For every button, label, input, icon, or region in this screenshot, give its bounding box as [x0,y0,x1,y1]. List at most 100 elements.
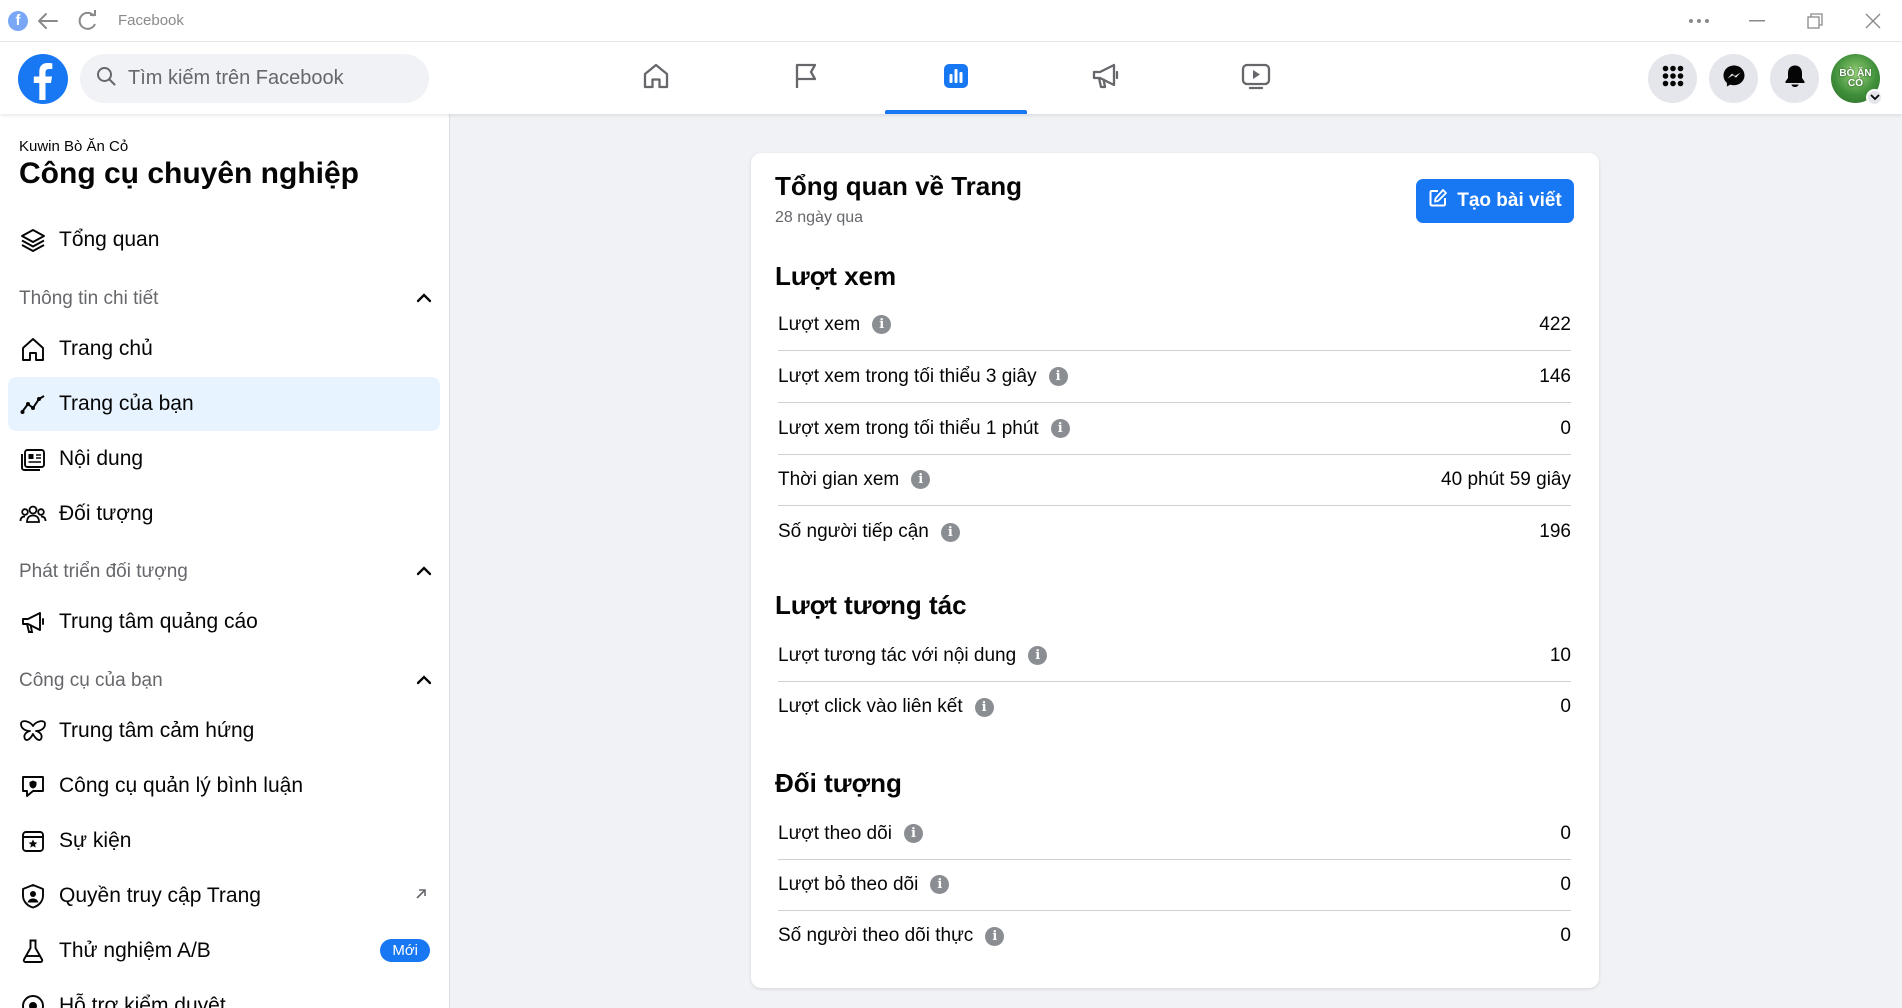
sidebar-item-home[interactable]: Trang chủ [8,322,440,376]
section-insights-header[interactable]: Thông tin chi tiết [19,284,432,314]
metric-value: 196 [1539,521,1571,542]
sidebar-item-label: Sự kiện [59,829,132,852]
messenger-button[interactable] [1709,54,1758,103]
chevron-up-icon[interactable] [416,672,432,690]
tab-insights[interactable] [881,42,1031,114]
tab-home[interactable] [581,42,731,114]
sidebar-item-audience[interactable]: Đối tượng [8,487,440,541]
restore-button[interactable] [1786,0,1844,42]
info-icon[interactable]: i [940,522,960,542]
section-tools-header[interactable]: Công cụ của bạn [19,666,432,696]
sidebar-item-label: Trang của bạn [59,392,194,415]
content-library-icon [18,444,48,474]
sidebar-page-name: Kuwin Bò Ăn Cỏ [19,138,129,155]
date-range-label: 28 ngày qua [775,209,864,226]
chevron-up-icon[interactable] [416,563,432,581]
metric-value: 422 [1539,313,1571,335]
search-icon [96,66,116,91]
info-icon[interactable]: i [1050,419,1070,438]
engagement-section-title: Lượt tương tác [775,590,967,620]
section-growth-header[interactable]: Phát triển đối tượng [19,557,432,587]
sidebar-item-label: Trung tâm cảm hứng [59,719,255,742]
create-post-button[interactable]: Tạo bài viết [1416,179,1574,223]
tab-watch[interactable] [1181,42,1331,114]
facebook-logo-icon[interactable] [18,54,68,104]
sidebar-item-moderation[interactable]: Hỗ trợ kiểm duyệt [8,979,440,1008]
metric-row: Lượt xem i 422 [778,299,1571,351]
metric-label: Lượt bỏ theo dõi [778,873,919,895]
views-section-title: Lượt xem [775,261,897,291]
avatar-label: BÒ ĂN CỎ [1839,67,1872,89]
sidebar-item-content[interactable]: Nội dung [8,432,440,486]
sidebar-item-inspiration[interactable]: Trung tâm cảm hứng [8,704,440,758]
top-navigation-bar: BÒ ĂN CỎ [0,42,1902,114]
metric-label: Thời gian xem [778,468,900,490]
metric-row: Thời gian xem i 40 phút 59 giây [778,454,1571,506]
search-input[interactable] [128,67,408,90]
info-icon[interactable]: i [930,875,950,894]
chevron-down-icon[interactable] [1866,89,1883,106]
person-shield-icon [18,881,48,911]
audience-section-title: Đối tượng [775,768,902,798]
reload-button[interactable] [68,0,108,42]
info-icon[interactable]: i [1028,646,1048,665]
metric-label: Lượt xem trong tối thiểu 1 phút [778,417,1039,439]
layers-icon [18,225,48,255]
metric-value: 40 phút 59 giây [1441,468,1571,490]
section-label: Phát triển đối tượng [19,561,188,582]
metric-row: Lượt xem trong tối thiểu 3 giây i 146 [778,351,1571,403]
metric-label: Số người tiếp cận [778,521,929,542]
flask-icon [18,936,48,966]
sidebar-item-overview[interactable]: Tổng quan [8,213,440,267]
metric-row: Lượt tương tác với nội dung i 10 [778,630,1571,682]
sidebar-item-label: Tổng quan [59,228,160,251]
sidebar-item-comment-management[interactable]: Công cụ quản lý bình luận [8,759,440,813]
info-icon[interactable]: i [974,697,994,717]
megaphone-icon [18,607,48,637]
sidebar-item-ads-center[interactable]: Trung tâm quảng cáo [8,595,440,649]
sidebar-item-your-page[interactable]: Trang của bạn [8,377,440,431]
flag-icon [791,61,821,96]
close-window-button[interactable] [1844,0,1902,42]
comment-shield-icon [18,771,48,801]
metric-row: Số người tiếp cận i 196 [778,506,1571,558]
sidebar-item-label: Trang chủ [59,337,153,360]
trend-line-icon [18,389,48,419]
info-icon[interactable]: i [985,926,1005,946]
megaphone-icon [1090,61,1122,96]
metric-value: 0 [1560,873,1571,895]
metric-value: 146 [1539,365,1571,387]
menu-button[interactable] [1648,54,1697,103]
minimize-button[interactable] [1728,0,1786,42]
info-icon[interactable]: i [903,824,923,843]
sidebar-item-label: Đối tượng [59,502,154,525]
card-title: Tổng quan về Trang [775,171,1023,201]
sidebar-item-events[interactable]: Sự kiện [8,814,440,868]
sidebar-title: Công cụ chuyên nghiệp [19,157,360,190]
tab-ads[interactable] [1031,42,1181,114]
search-bar[interactable] [80,54,429,103]
metric-value: 0 [1560,822,1571,844]
section-label: Thông tin chi tiết [19,288,159,309]
metric-label: Lượt click vào liên kết [778,696,963,717]
external-link-icon [414,887,428,906]
sidebar-item-label: Quyền truy cập Trang [59,884,261,907]
tab-pages[interactable] [731,42,881,114]
moderation-icon [18,991,48,1008]
account-avatar[interactable]: BÒ ĂN CỎ [1831,54,1883,106]
info-icon[interactable]: i [911,470,931,489]
sidebar-item-ab-test[interactable]: Thử nghiệm A/B Mới [8,924,440,978]
professional-tools-sidebar: Kuwin Bò Ăn Cỏ Công cụ chuyên nghiệp Tổn… [0,114,450,1008]
notifications-button[interactable] [1770,54,1819,103]
metric-row: Số người theo dõi thực i 0 [778,910,1571,962]
page-overview-card: Tổng quan về Trang 28 ngày qua Tạo bài v… [751,153,1599,988]
chevron-up-icon[interactable] [416,290,432,308]
info-icon[interactable]: i [872,315,892,334]
back-button[interactable] [28,0,68,42]
sidebar-item-page-access[interactable]: Quyền truy cập Trang [8,869,440,923]
info-icon[interactable]: i [1048,367,1068,386]
messenger-icon [1722,64,1746,93]
metric-value: 0 [1560,925,1571,946]
more-options-button[interactable] [1670,0,1728,42]
home-icon [18,334,48,364]
